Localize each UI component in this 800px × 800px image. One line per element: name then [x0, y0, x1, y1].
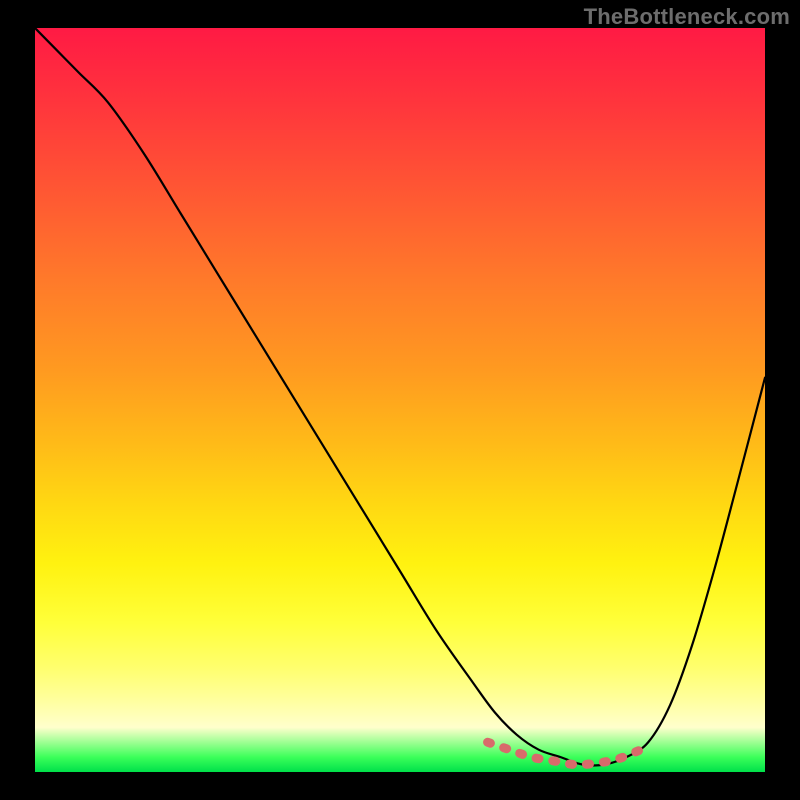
watermark-text: TheBottleneck.com	[584, 4, 790, 30]
chart-frame: TheBottleneck.com	[0, 0, 800, 800]
optimal-range-highlight	[35, 28, 765, 772]
plot-area	[35, 28, 765, 772]
